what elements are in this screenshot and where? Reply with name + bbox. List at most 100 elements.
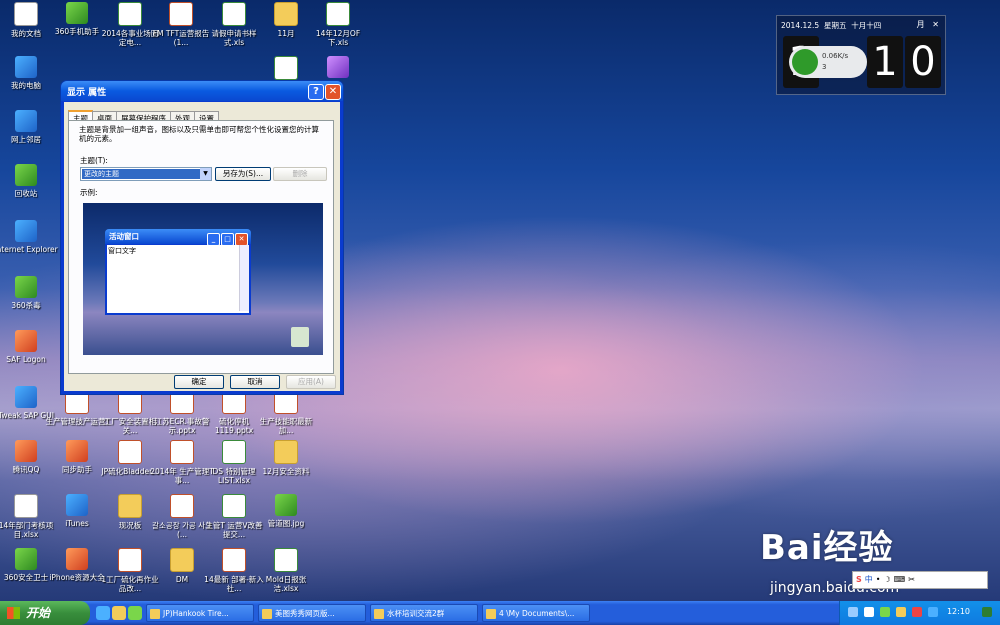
sync-icon — [66, 440, 88, 462]
security-icon[interactable] — [880, 607, 890, 617]
phone-assistant-icon — [66, 2, 88, 24]
theme-select-value: 更改的主题 — [82, 169, 200, 179]
net-download: 0.06K/s — [822, 52, 849, 60]
theme-select[interactable]: 更改的主题 ▼ — [80, 167, 212, 181]
cancel-button[interactable]: 取消 — [230, 375, 280, 389]
ime-icon[interactable] — [912, 607, 922, 617]
desktop-icon[interactable]: 360杀毒 — [0, 276, 58, 310]
volume-icon[interactable] — [864, 607, 874, 617]
preview-window-text: 窗口文字 — [108, 247, 136, 255]
excel-icon — [222, 2, 246, 26]
desktop-icon[interactable]: 14年12月OF下.xls — [306, 2, 370, 47]
excel-icon — [118, 2, 142, 26]
ppt-icon — [118, 548, 142, 572]
taskbar: 开始 JP)Hankook Tire... 美图秀秀网页版... 水杯培训交流2… — [0, 601, 1000, 625]
clock-date: 2014.12.5 — [781, 21, 820, 30]
excel-icon — [274, 56, 298, 80]
watermark-brand: Bai经验 — [760, 528, 894, 568]
sap-icon — [15, 386, 37, 408]
net-upload: 3 — [822, 63, 827, 71]
security-icon — [15, 548, 37, 570]
sogou-icon[interactable]: S — [856, 572, 862, 588]
excel-icon — [274, 548, 298, 572]
antivirus-icon — [15, 276, 37, 298]
taskbar-item-meitu[interactable]: 美图秀秀网页版... — [258, 604, 366, 622]
help-button[interactable]: ? — [308, 84, 324, 100]
delete-button[interactable]: 删除 — [273, 167, 327, 181]
dialog-titlebar[interactable]: 显示 属性 ? ✕ — [61, 81, 343, 101]
network-speed-widget[interactable]: 0.06K/s 3 — [789, 46, 867, 78]
taskbar-item-chat[interactable]: 水杯培训交流2群 — [370, 604, 478, 622]
clock-widget: 2014.12.5 星期五 十月十四 月 ✕ 1 1 0 0.06K/s 3 — [776, 15, 946, 95]
excel-icon — [14, 494, 38, 518]
desktop-icon[interactable]: 我的电脑 — [0, 56, 58, 90]
windows-logo-icon — [7, 607, 20, 619]
desktop: 我的文档 我的电脑 网上邻居 回收站 Internet Explorer 360… — [0, 0, 1000, 601]
ppt-icon — [222, 548, 246, 572]
desktop-icon[interactable]: 网上邻居 — [0, 110, 58, 144]
close-button[interactable]: ✕ — [325, 84, 341, 100]
ime-toolbar[interactable]: S 中 • ☽ ⌨ ✂ — [852, 571, 988, 589]
theme-description: 主题是背景加一组声音，图标以及只需单击即可帮您个性化设置您的计算机的元素。 — [79, 125, 319, 143]
ppt-icon — [118, 440, 142, 464]
update-icon[interactable] — [896, 607, 906, 617]
recycle-bin-icon — [15, 164, 37, 186]
itunes-icon — [66, 494, 88, 516]
ie-quicklaunch-icon[interactable] — [96, 606, 110, 620]
folder-icon — [118, 494, 142, 518]
app-tray-icon[interactable] — [928, 607, 938, 617]
desktop-icon[interactable]: 管道图.jpg — [254, 494, 318, 528]
desktop-icon[interactable]: SAF Logon — [0, 330, 58, 364]
wifi-icon — [792, 49, 818, 75]
baidu-watermark: Bai经验 jingyan.baidu.com — [760, 520, 899, 596]
taskbar-item-hankook[interactable]: JP)Hankook Tire... — [146, 604, 254, 622]
ime-chinese-toggle[interactable]: 中 — [865, 572, 873, 588]
ok-button[interactable]: 确定 — [174, 375, 224, 389]
preview-window-controls: _ □ ✕ — [206, 231, 248, 246]
ime-punct-toggle[interactable]: • — [876, 572, 881, 588]
minute-ones-digit: 0 — [905, 36, 941, 88]
desktop-icon[interactable]: 12月安全资料 — [254, 440, 318, 476]
desktop-icon[interactable]: Mold日报张洁.xlsx — [254, 548, 318, 593]
clock-lunar-date: 十月十四 — [851, 21, 882, 30]
clock-weekday: 星期五 — [823, 21, 847, 30]
dialog-body: 主题 桌面 屏幕保护程序 外观 设置 主题是背景加一组声音，图标以及只需单击即可帮您个性… — [64, 102, 340, 391]
network-icon[interactable] — [848, 607, 858, 617]
desktop-icon[interactable]: 生产技能职最新加... — [254, 390, 318, 435]
excel-icon — [326, 2, 350, 26]
dialog-title: 显示 属性 — [67, 88, 107, 98]
desktop-icon[interactable] — [306, 56, 370, 81]
expand-icon[interactable] — [982, 607, 992, 617]
ime-width-toggle[interactable]: ☽ — [883, 572, 890, 588]
save-as-button[interactable]: 另存为(S)... — [215, 167, 271, 181]
start-button[interactable]: 开始 — [0, 601, 90, 625]
folder-icon — [170, 548, 194, 572]
desktop-icon[interactable]: 回收站 — [0, 164, 58, 198]
clock-time[interactable]: 12:10 — [947, 607, 970, 616]
clock-controls: 月 ✕ — [917, 19, 939, 30]
minute-tens-digit: 1 — [867, 36, 903, 88]
document-icon — [14, 2, 38, 26]
apply-button[interactable]: 应用(A) — [286, 375, 336, 389]
tools-icon[interactable]: ✂ — [908, 572, 915, 588]
network-icon — [15, 110, 37, 132]
example-label: 示例: — [80, 188, 98, 197]
preview-window: 活动窗口 _ □ ✕ 窗口文字 — [105, 229, 251, 315]
month-button[interactable]: 月 — [917, 20, 925, 29]
theme-label: 主题(T): — [80, 156, 108, 165]
folder-icon — [274, 2, 298, 26]
tab-strip: 主题 桌面 屏幕保护程序 外观 设置 — [68, 106, 219, 126]
system-tray: 12:10 — [839, 601, 1000, 625]
theme-preview: 活动窗口 _ □ ✕ 窗口文字 — [83, 203, 323, 355]
chevron-down-icon[interactable]: ▼ — [200, 168, 211, 180]
preview-window-content: 窗口文字 — [107, 245, 249, 313]
image-icon — [275, 494, 297, 516]
close-icon[interactable]: ✕ — [932, 20, 939, 29]
app-quicklaunch-icon[interactable] — [128, 606, 142, 620]
scrollbar — [239, 245, 249, 311]
folder-quicklaunch-icon[interactable] — [112, 606, 126, 620]
keyboard-icon[interactable]: ⌨ — [894, 572, 906, 588]
taskbar-item-documents[interactable]: 4 \My Documents\... — [482, 604, 590, 622]
folder-icon — [274, 440, 298, 464]
desktop-icon[interactable]: Internet Explorer — [0, 220, 58, 254]
